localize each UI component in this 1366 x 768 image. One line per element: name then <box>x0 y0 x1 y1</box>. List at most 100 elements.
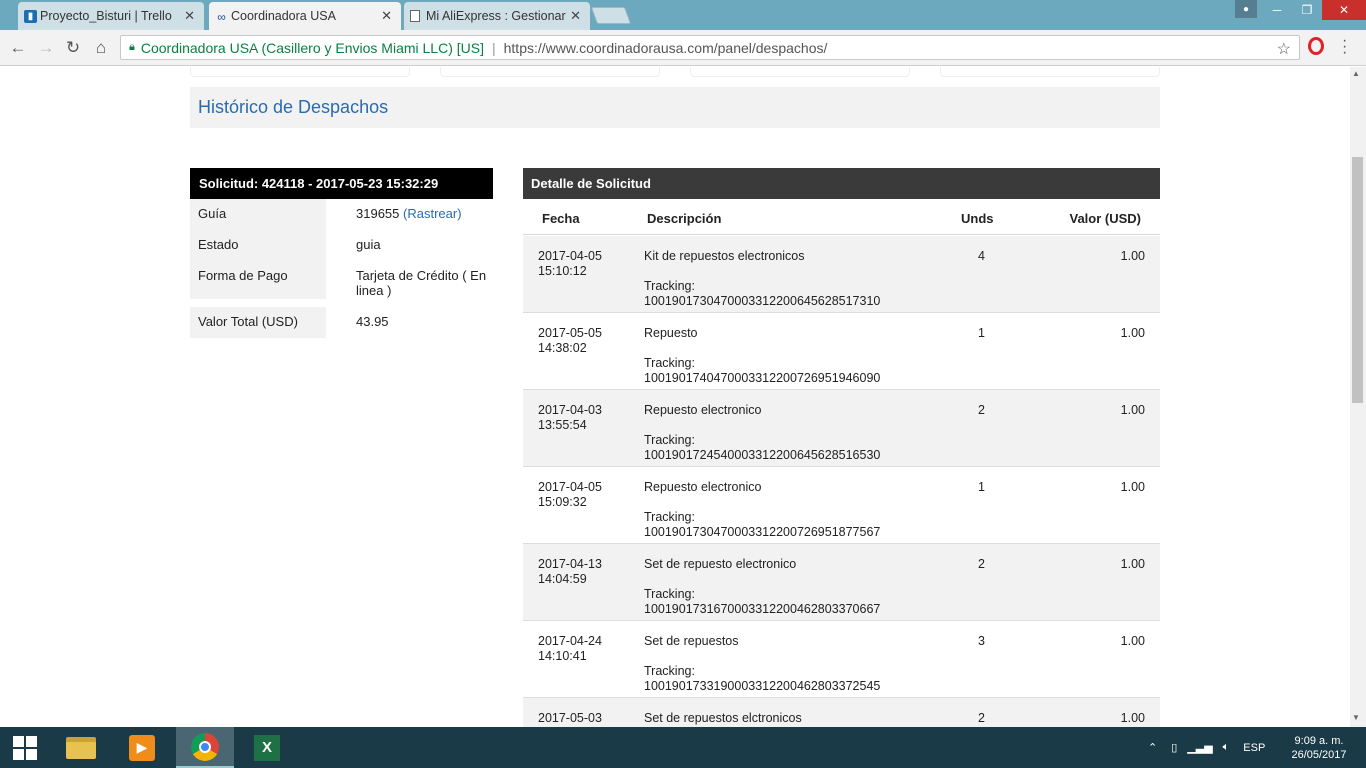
row-description: Repuesto electronico Tracking: 10019017304… <box>644 480 974 540</box>
row-value: 1.00 <box>1120 326 1145 340</box>
chrome-button[interactable] <box>176 727 234 768</box>
taskbar: ▶ X ⌃ ▯ ▁▃▅ 🔈︎ ESP 9:09 a. m. 26/05/2017 <box>0 727 1366 768</box>
column-valor: Valor (USD) <box>1069 211 1141 226</box>
row-description: Repuesto electronico Tracking: 10019017245… <box>644 403 974 463</box>
excel-button[interactable]: X <box>238 727 296 768</box>
time-text: 14:38:02 <box>538 341 587 355</box>
home-icon[interactable]: ⌂ <box>91 38 111 58</box>
folder-icon <box>66 736 96 759</box>
tracking-number: 1001901733190003312200462803372545 <box>644 679 881 693</box>
reload-icon[interactable]: ↻ <box>63 38 83 58</box>
time-text: 13:55:54 <box>538 418 587 432</box>
row-units: 3 <box>978 634 985 648</box>
row-value: 1.00 <box>1120 480 1145 494</box>
back-icon[interactable]: ← <box>8 38 28 58</box>
row-date: 2017-05-03 <box>538 711 628 726</box>
table-row: 2017-04-24 14:10:41 Set de repuestos Tracki… <box>523 621 1160 698</box>
date-text: 2017-05-03 <box>538 711 602 725</box>
rastrear-link[interactable]: (Rastrear) <box>403 206 462 221</box>
close-icon[interactable]: ✕ <box>184 8 195 24</box>
chevron-up-icon[interactable]: ⌃ <box>1148 741 1157 754</box>
tab-bar: ▮ Proyecto_Bisturi | Trello ✕ ∞ Coordina… <box>0 0 1366 30</box>
start-button[interactable] <box>0 727 50 768</box>
row-units: 1 <box>978 326 985 340</box>
close-window-button[interactable]: ✕ <box>1322 0 1366 20</box>
user-icon[interactable]: ● <box>1235 0 1257 18</box>
row-date: 2017-04-05 15:09:32 <box>538 480 628 510</box>
column-fecha: Fecha <box>542 211 580 226</box>
scrollbar-thumb[interactable] <box>1352 157 1363 403</box>
scroll-up-icon[interactable]: ▲ <box>1352 69 1360 78</box>
scroll-down-icon[interactable]: ▼ <box>1352 713 1360 722</box>
tracking-number: 1001901740470003312200726951946090 <box>644 371 881 385</box>
media-player-icon: ▶ <box>129 734 155 761</box>
field-guia: Guía 319655 (Rastrear) <box>190 199 493 230</box>
card[interactable] <box>940 67 1160 77</box>
new-tab-button[interactable] <box>590 7 632 24</box>
field-value: Tarjeta de Crédito ( En linea ) <box>356 268 487 298</box>
battery-icon[interactable]: ▯ <box>1171 741 1177 754</box>
close-icon[interactable]: ✕ <box>570 8 581 24</box>
address-bar[interactable]: 🔒︎ Coordinadora USA (Casillero y Envios … <box>120 35 1300 60</box>
date-text: 2017-04-05 <box>538 480 602 494</box>
tracking-number: 1001901731670003312200462803370667 <box>644 602 881 616</box>
minimize-button[interactable]: ─ <box>1262 0 1292 20</box>
description-text: Set de repuestos <box>644 634 739 648</box>
table-header: Fecha Descripción Unds Valor (USD) <box>523 199 1160 235</box>
bookmark-star-icon[interactable]: ☆ <box>1277 39 1291 59</box>
network-icon[interactable]: ▁▃▅ <box>1187 741 1212 754</box>
field-label: Valor Total (USD) <box>190 307 326 338</box>
description-text: Repuesto <box>644 326 698 340</box>
chrome-icon <box>191 732 219 761</box>
table-row: 2017-04-05 15:09:32 Repuesto electronico Tr… <box>523 467 1160 544</box>
language-indicator[interactable]: ESP <box>1243 742 1265 754</box>
field-value: 319655 (Rastrear) <box>356 199 493 221</box>
clock[interactable]: 9:09 a. m. 26/05/2017 <box>1288 734 1350 762</box>
divider: | <box>491 39 496 56</box>
time-text: 15:09:32 <box>538 495 587 509</box>
tab-title: Coordinadora USA <box>231 9 336 23</box>
row-units: 2 <box>978 557 985 571</box>
card[interactable] <box>690 67 910 77</box>
site-identity: Coordinadora USA (Casillero y Envios Mia… <box>140 39 484 56</box>
volume-icon[interactable]: 🔈︎ <box>1223 741 1230 754</box>
row-date: 2017-04-03 13:55:54 <box>538 403 628 433</box>
media-player-button[interactable]: ▶ <box>113 727 171 768</box>
tab-coordinadora[interactable]: ∞ Coordinadora USA ✕ <box>209 2 401 30</box>
description-text: Set de repuestos elctronicos <box>644 711 802 725</box>
row-description: Set de repuestos elctronicos <box>644 711 974 726</box>
row-value: 1.00 <box>1120 634 1145 648</box>
file-explorer-button[interactable] <box>52 727 110 768</box>
time-text: 15:10:12 <box>538 264 587 278</box>
description-text: Repuesto electronico <box>644 403 762 417</box>
description-text: Repuesto electronico <box>644 480 762 494</box>
time-text: 14:04:59 <box>538 572 587 586</box>
trello-icon: ▮ <box>24 10 37 23</box>
tracking-label: Tracking: <box>644 433 695 447</box>
tracking-number: 1001901724540003312200645628516530 <box>644 448 881 462</box>
card[interactable] <box>190 67 410 77</box>
tab-trello[interactable]: ▮ Proyecto_Bisturi | Trello ✕ <box>18 2 204 30</box>
table-row: 2017-05-05 14:38:02 Repuesto Tracking: 10019… <box>523 313 1160 390</box>
date-text: 2017-04-05 <box>538 249 602 263</box>
date-text: 2017-04-03 <box>538 403 602 417</box>
tab-aliexpress[interactable]: Mi AliExpress : Gestionar ✕ <box>404 2 590 30</box>
row-units: 2 <box>978 403 985 417</box>
field-forma-pago: Forma de Pago Tarjeta de Crédito ( En li… <box>190 261 493 299</box>
field-label: Estado <box>190 230 326 261</box>
browser-toolbar: ← → ↻ ⌂ 🔒︎ Coordinadora USA (Casillero y… <box>0 30 1366 66</box>
tracking-label: Tracking: <box>644 587 695 601</box>
restore-button[interactable]: ❐ <box>1292 0 1322 20</box>
forward-icon[interactable]: → <box>36 38 56 58</box>
field-estado: Estado guia <box>190 230 493 261</box>
card[interactable] <box>440 67 660 77</box>
opera-extension-icon[interactable] <box>1308 37 1324 55</box>
close-icon[interactable]: ✕ <box>381 8 392 24</box>
menu-icon[interactable]: · · · <box>1342 33 1347 61</box>
column-descripcion: Descripción <box>647 211 722 226</box>
windows-icon <box>13 735 37 760</box>
field-valor-total: Valor Total (USD) 43.95 <box>190 307 493 338</box>
page-title: Histórico de Despachos <box>198 97 389 117</box>
date-text: 2017-05-05 <box>538 326 602 340</box>
row-date: 2017-04-13 14:04:59 <box>538 557 628 587</box>
